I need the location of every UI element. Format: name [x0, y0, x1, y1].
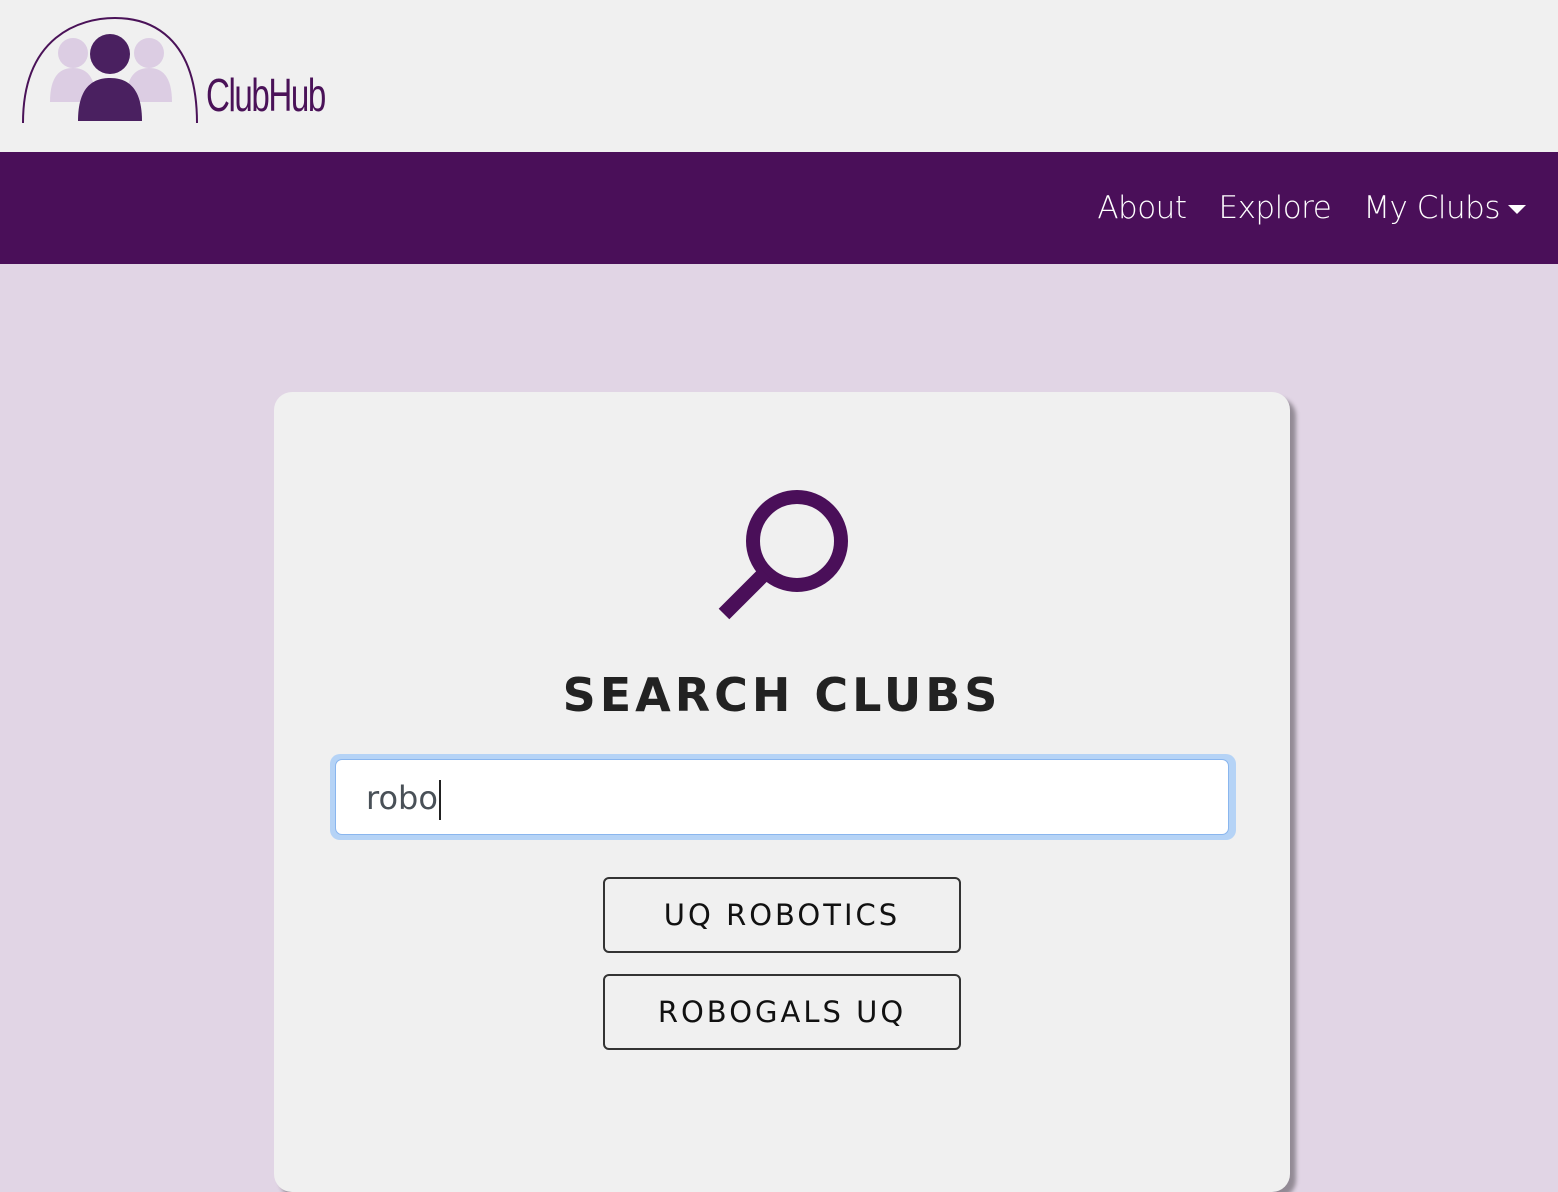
nav-dropdown-my-clubs[interactable]: My Clubs: [1363, 190, 1526, 226]
caret-down-icon: [1508, 204, 1526, 214]
page-title: SEARCH CLUBS: [562, 668, 1002, 722]
result-button-uq-robotics[interactable]: UQ ROBOTICS: [603, 877, 961, 953]
search-card: SEARCH CLUBS robo UQ ROBOTICS ROBOGALS U…: [274, 392, 1290, 1192]
header: ClubHub: [0, 0, 1558, 152]
nav-link-about[interactable]: About: [1097, 190, 1187, 226]
search-input-value: robo: [366, 760, 441, 836]
text-cursor: [438, 780, 441, 820]
search-icon: [718, 490, 848, 620]
nav-link-explore-label: Explore: [1218, 190, 1332, 226]
nav-links: About Explore My Clubs: [1097, 152, 1526, 264]
brand-name: ClubHub: [206, 69, 326, 121]
nav-link-about-label: About: [1097, 190, 1187, 226]
nav-link-explore[interactable]: Explore: [1218, 190, 1331, 226]
navbar: About Explore My Clubs: [0, 152, 1558, 264]
clubhub-logo[interactable]: ClubHub: [20, 16, 326, 128]
result-button-robogals-uq[interactable]: ROBOGALS UQ: [603, 974, 961, 1050]
result-label: UQ ROBOTICS: [663, 898, 901, 932]
result-label: ROBOGALS UQ: [657, 995, 907, 1029]
nav-link-my-clubs-label: My Clubs: [1363, 190, 1500, 226]
search-input[interactable]: robo: [335, 759, 1229, 835]
search-focus-ring: robo: [330, 754, 1236, 840]
club-members-logo-icon: [22, 16, 198, 124]
